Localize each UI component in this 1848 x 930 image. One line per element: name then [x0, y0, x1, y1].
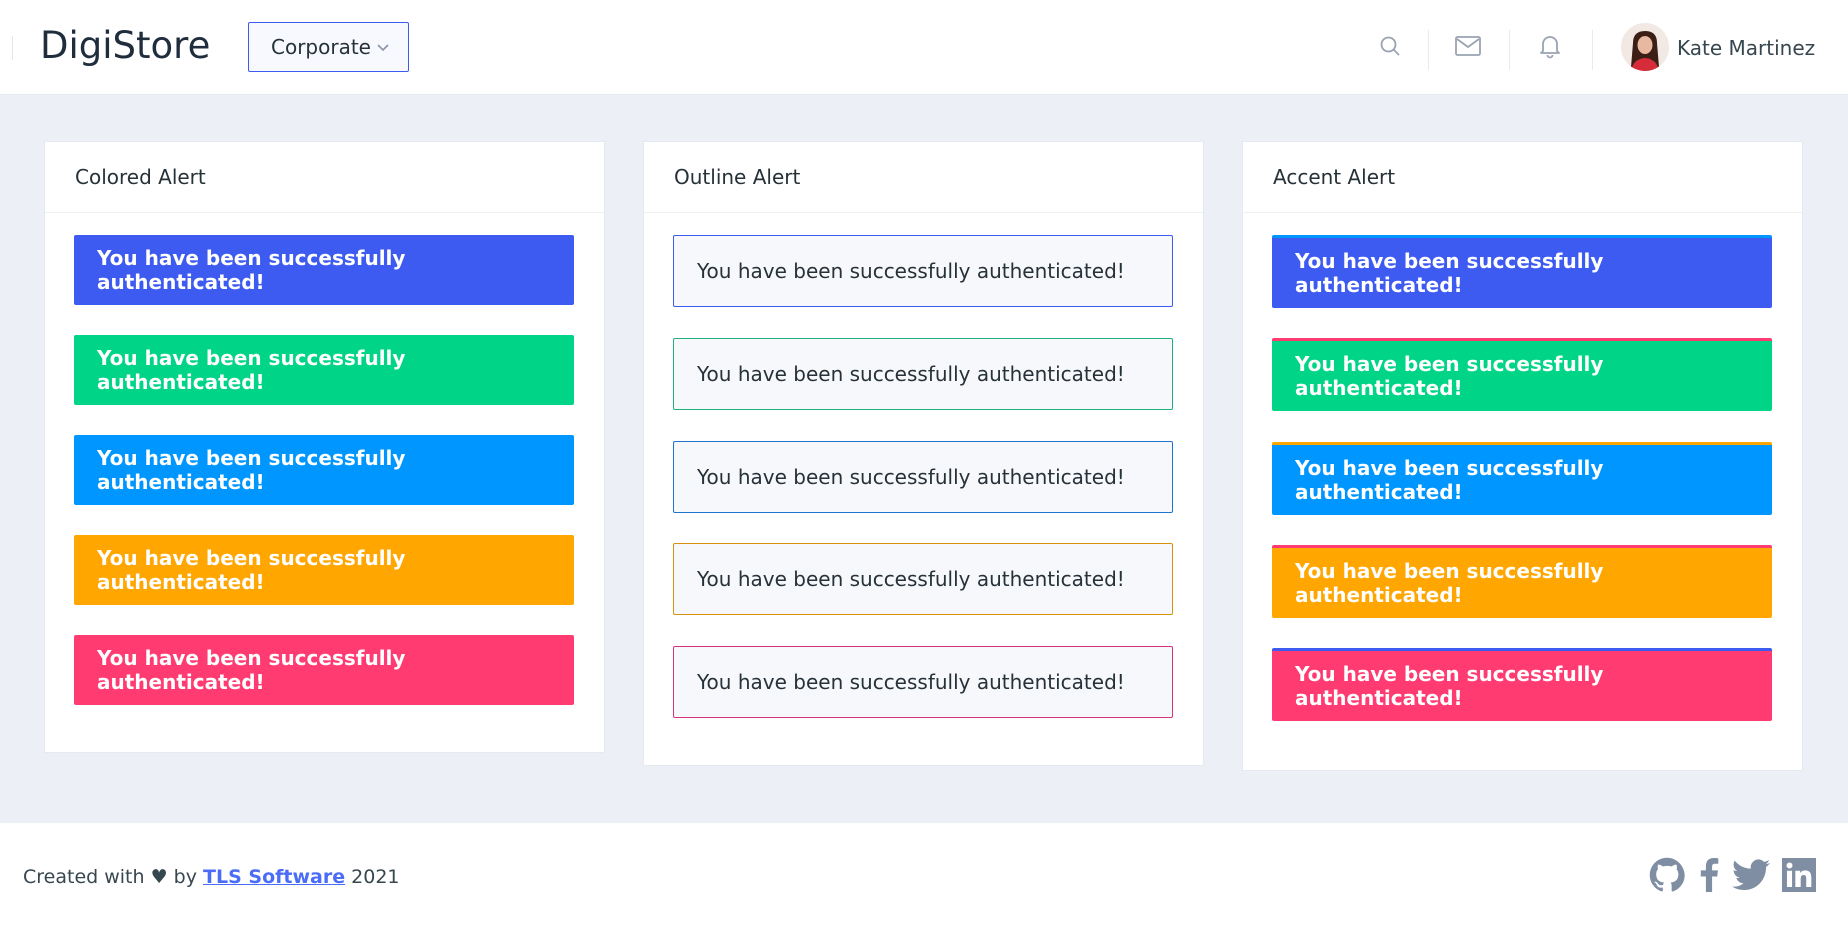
brand-logo[interactable]: DigiStore [40, 24, 210, 67]
workspace-label: Corporate [271, 35, 371, 59]
alert-info: You have been successfully authenticated… [74, 435, 574, 505]
credit-prefix: Created with ♥ by [23, 866, 197, 888]
bell-icon[interactable] [1536, 32, 1564, 60]
top-navbar: DigiStore Corporate Kate Martinez [0, 0, 1848, 95]
alert-warning: You have been successfully authenticated… [74, 535, 574, 605]
alert-warning-accent: You have been successfully authenticated… [1272, 545, 1772, 618]
card-title: Outline Alert [644, 142, 1203, 213]
alert-primary-accent: You have been successfully authenticated… [1272, 235, 1772, 308]
alert-danger: You have been successfully authenticated… [74, 635, 574, 705]
alert-info-accent: You have been successfully authenticated… [1272, 442, 1772, 515]
chevron-down-icon [377, 44, 389, 52]
divider [1592, 30, 1593, 70]
alert-success-accent: You have been successfully authenticated… [1272, 338, 1772, 411]
workspace-dropdown[interactable]: Corporate [248, 22, 409, 72]
alert-primary-outline: You have been successfully authenticated… [673, 235, 1173, 307]
facebook-icon[interactable] [1691, 856, 1727, 894]
company-link[interactable]: TLS Software [203, 866, 345, 888]
user-name[interactable]: Kate Martinez [1677, 36, 1815, 60]
footer-credit: Created with ♥ by TLS Software 2021 [23, 866, 400, 888]
alert-success-outline: You have been successfully authenticated… [673, 338, 1173, 410]
divider [1509, 30, 1510, 70]
card-title: Accent Alert [1243, 142, 1802, 213]
divider [1428, 30, 1429, 70]
mail-icon[interactable] [1454, 32, 1482, 60]
alert-danger-outline: You have been successfully authenticated… [673, 646, 1173, 718]
card-title: Colored Alert [45, 142, 604, 213]
alert-primary: You have been successfully authenticated… [74, 235, 574, 305]
alert-success: You have been successfully authenticated… [74, 335, 574, 405]
divider [12, 36, 13, 60]
search-icon[interactable] [1376, 32, 1404, 60]
outline-alert-card: Outline Alert You have been successfully… [643, 141, 1204, 766]
credit-year: 2021 [351, 866, 400, 888]
accent-alert-card: Accent Alert You have been successfully … [1242, 141, 1803, 771]
twitter-icon[interactable] [1731, 856, 1771, 894]
alert-warning-outline: You have been successfully authenticated… [673, 543, 1173, 615]
alert-danger-accent: You have been successfully authenticated… [1272, 648, 1772, 721]
github-icon[interactable] [1649, 856, 1685, 894]
colored-alert-card: Colored Alert You have been successfully… [44, 141, 605, 753]
linkedin-icon[interactable] [1781, 856, 1817, 894]
avatar[interactable] [1621, 23, 1669, 71]
content-area: Colored Alert You have been successfully… [0, 95, 1848, 823]
alert-info-outline: You have been successfully authenticated… [673, 441, 1173, 513]
